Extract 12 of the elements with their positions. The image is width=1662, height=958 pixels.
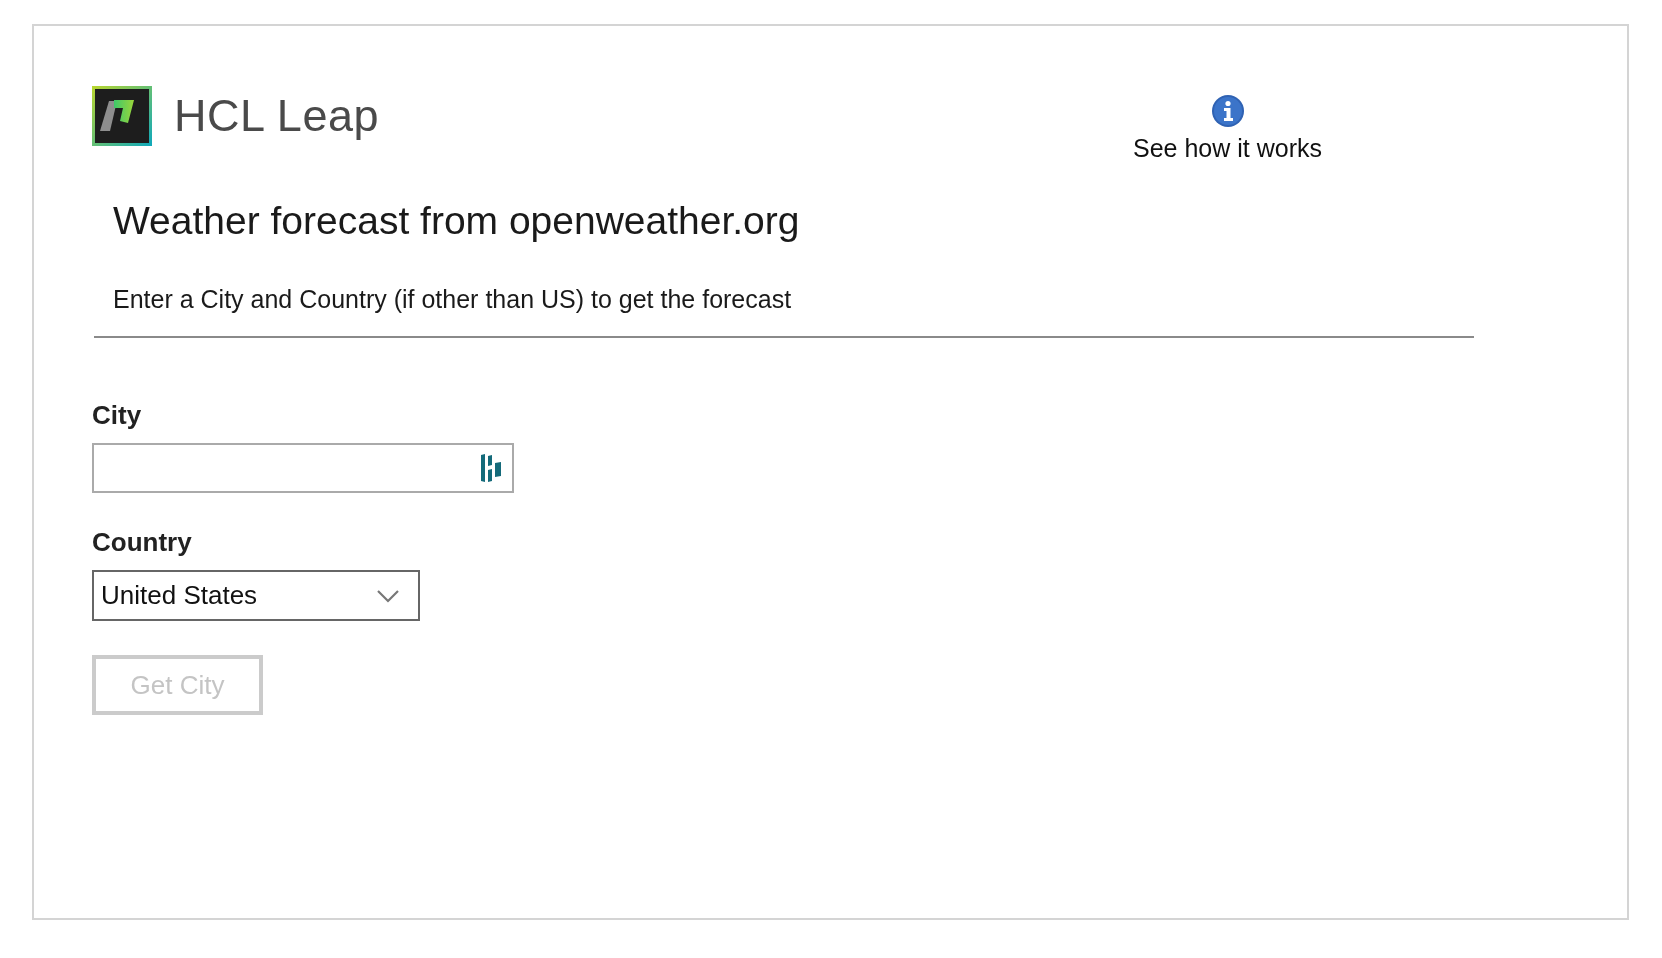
info-icon	[1210, 94, 1245, 128]
help-link[interactable]: See how it works	[1133, 94, 1322, 163]
field-label: City	[92, 400, 143, 431]
logo-icon	[92, 86, 152, 146]
country-dropdown[interactable]: United States	[92, 570, 420, 621]
autofill-icon	[480, 453, 502, 483]
chevron-down-icon	[376, 588, 400, 603]
city-input-field[interactable]	[92, 443, 514, 493]
instructions-text: Enter a City and Country (if other than US) to get the forecast	[113, 285, 793, 314]
field-label: Country	[92, 527, 193, 558]
brand-name: HCL Leap	[174, 90, 379, 142]
form-title: Weather forecast from openweather.org	[113, 199, 801, 243]
